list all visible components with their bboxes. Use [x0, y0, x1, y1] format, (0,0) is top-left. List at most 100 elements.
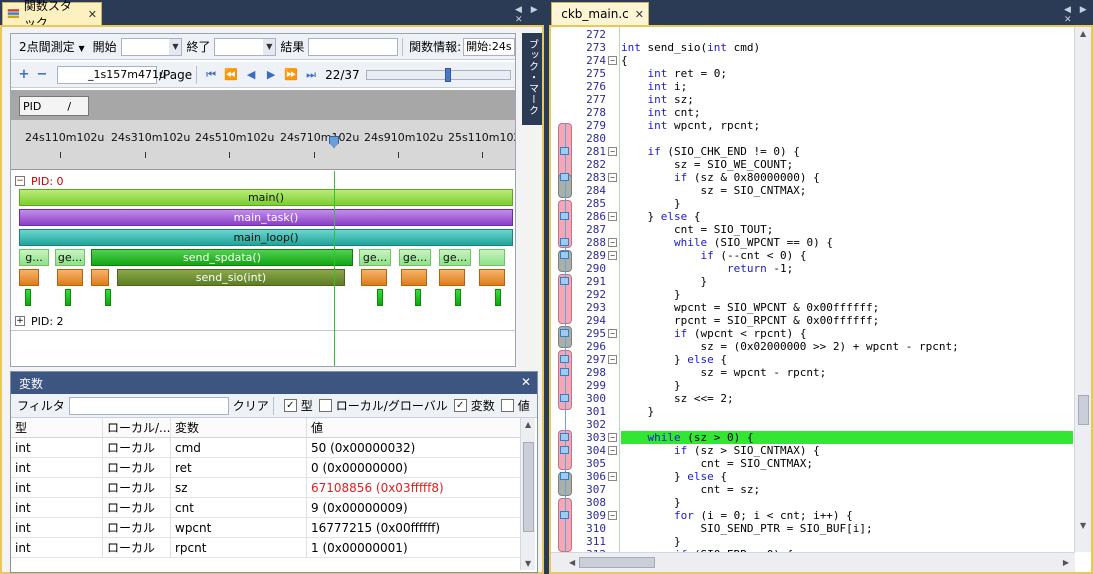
code-line[interactable]: 303− while (sz > 0) { — [551, 431, 1075, 444]
coverage-marker-icon[interactable] — [560, 394, 569, 402]
code-line[interactable]: 279 int wpcnt, rpcnt; — [551, 119, 1075, 132]
code-line[interactable]: 293 wpcnt = SIO_WPCNT & 0x00ffffff; — [551, 301, 1075, 314]
collapse-icon[interactable]: − — [15, 176, 25, 186]
code-line[interactable]: 296 sz = (0x02000000 >> 2) + wpcnt - rpc… — [551, 340, 1075, 353]
scroll-up-icon[interactable]: ▲ — [1080, 29, 1086, 38]
pid-filter-button[interactable]: PID / — [19, 96, 89, 116]
fold-toggle-icon[interactable]: − — [608, 511, 617, 520]
call-bar-tiny[interactable] — [415, 289, 421, 306]
call-bar-main[interactable]: main() — [19, 189, 513, 206]
code-line[interactable]: 281− if (SIO_CHK_END != 0) { — [551, 145, 1075, 158]
scrollbar-thumb[interactable] — [523, 442, 534, 532]
tab-scroll-arrows[interactable]: ◀ ▶ ✕ — [1064, 5, 1093, 25]
page-size-input[interactable]: _1s157m471u — [57, 65, 166, 84]
call-bar-short[interactable]: ge... — [399, 249, 431, 266]
code-line[interactable]: 304− if (sz > SIO_CNTMAX) { — [551, 444, 1075, 457]
pid-2-row[interactable]: + PID: 2 — [15, 314, 64, 328]
coverage-marker-icon[interactable] — [560, 446, 569, 454]
fold-toggle-icon[interactable]: − — [608, 251, 617, 260]
start-select[interactable]: ▼ — [120, 37, 183, 56]
call-bar-orange[interactable] — [479, 269, 505, 286]
coverage-marker-icon[interactable] — [560, 251, 569, 259]
scroll-up-icon[interactable]: ▲ — [525, 420, 531, 429]
call-bar-short[interactable]: ge... — [55, 249, 85, 266]
code-line[interactable]: 295− if (wpcnt < rpcnt) { — [551, 327, 1075, 340]
code-line[interactable]: 289− if (--cnt < 0) { — [551, 249, 1075, 262]
table-row[interactable]: int ローカル cnt 9 (0x00000009) — [11, 498, 521, 518]
code-line[interactable]: 285 } — [551, 197, 1075, 210]
code-line[interactable]: 275 int ret = 0; — [551, 67, 1075, 80]
code-line[interactable]: 280 — [551, 132, 1075, 145]
call-bar-orange[interactable] — [361, 269, 387, 286]
code-line[interactable]: 311 } — [551, 535, 1075, 548]
local-global-checkbox[interactable] — [318, 399, 332, 412]
code-line[interactable]: 294 rpcnt = SIO_RPCNT & 0x00ffffff; — [551, 314, 1075, 327]
code-line[interactable]: 286− } else { — [551, 210, 1075, 223]
code-line[interactable]: 308 } — [551, 496, 1075, 509]
call-bar-tiny[interactable] — [65, 289, 71, 306]
time-ruler[interactable]: 24s110m102u 24s310m102u 24s510m102u 24s7… — [11, 120, 515, 170]
call-bar-orange[interactable] — [401, 269, 427, 286]
fast-forward-icon[interactable]: ⏩ — [281, 66, 301, 84]
close-icon[interactable]: ✕ — [521, 375, 531, 389]
fold-toggle-icon[interactable]: − — [608, 329, 617, 338]
close-icon[interactable]: ✕ — [635, 8, 644, 21]
call-bar-send-spdata[interactable]: send_spdata() — [91, 249, 353, 266]
call-bar-tiny[interactable] — [455, 289, 461, 306]
table-row[interactable]: int ローカル wpcnt 16777215 (0x00ffffff) — [11, 518, 521, 538]
type-checkbox[interactable]: ✓ — [283, 399, 297, 412]
coverage-marker-icon[interactable] — [560, 472, 569, 480]
next-icon[interactable]: ▶ — [261, 66, 281, 84]
call-bar-send-sio[interactable]: send_sio(int) — [117, 269, 345, 286]
clear-button[interactable]: クリア — [233, 397, 269, 414]
code-line[interactable]: 274−{ — [551, 54, 1075, 67]
fold-toggle-icon[interactable]: − — [608, 56, 617, 65]
call-bar-tiny[interactable] — [377, 289, 383, 306]
code-line[interactable]: 282 sz = SIO_WE_COUNT; — [551, 158, 1075, 171]
fold-toggle-icon[interactable]: − — [608, 173, 617, 182]
code-line[interactable]: 302 — [551, 418, 1075, 431]
table-row[interactable]: int ローカル ret 0 (0x00000000) — [11, 458, 521, 478]
code-line[interactable]: 292 } — [551, 288, 1075, 301]
call-bar-tiny[interactable] — [105, 289, 111, 306]
code-line[interactable]: 305 cnt = SIO_CNTMAX; — [551, 457, 1075, 470]
slider-thumb[interactable] — [444, 67, 451, 82]
call-bar-main-task[interactable]: main_task() — [19, 209, 513, 226]
column-header-value[interactable]: 値 — [307, 418, 521, 437]
code-line[interactable]: 272 — [551, 28, 1075, 41]
end-select[interactable]: ▼ — [214, 37, 277, 56]
code-line[interactable]: 277 int sz; — [551, 93, 1075, 106]
scroll-down-icon[interactable]: ▼ — [1080, 521, 1086, 530]
code-line[interactable]: 309− for (i = 0; i < cnt; i++) { — [551, 509, 1075, 522]
call-bar-short[interactable]: g... — [19, 249, 49, 266]
code-editor[interactable]: 272 273 int send_sio(int cmd) 274−{275 int … — [551, 27, 1075, 561]
call-bar-orange[interactable] — [57, 269, 83, 286]
fold-toggle-icon[interactable]: − — [608, 472, 617, 481]
fold-toggle-icon[interactable]: − — [608, 355, 617, 364]
result-field[interactable] — [308, 37, 399, 56]
time-cursor-marker[interactable] — [329, 136, 339, 148]
column-header-variable[interactable]: 変数 — [171, 418, 307, 437]
page-slider[interactable] — [365, 67, 511, 82]
code-horizontal-scrollbar[interactable]: ◀ ▶ — [551, 552, 1075, 572]
code-line[interactable]: 284 sz = SIO_CNTMAX; — [551, 184, 1075, 197]
coverage-marker-icon[interactable] — [560, 368, 569, 376]
code-line[interactable]: 291 } — [551, 275, 1075, 288]
fold-toggle-icon[interactable]: − — [608, 238, 617, 247]
code-line[interactable]: 299 } — [551, 379, 1075, 392]
zoom-in-button[interactable]: + — [15, 66, 33, 84]
code-line[interactable]: 298 sz = wpcnt - rpcnt; — [551, 366, 1075, 379]
coverage-marker-icon[interactable] — [560, 277, 569, 285]
close-icon[interactable]: ✕ — [88, 8, 97, 21]
tab-ckb-main[interactable]: ckb_main.c ✕ — [551, 2, 649, 25]
last-page-icon[interactable]: ⏭ — [301, 66, 321, 84]
column-header-scope[interactable]: ローカル/... — [103, 418, 171, 437]
call-bar-orange[interactable] — [91, 269, 109, 286]
coverage-marker-icon[interactable] — [560, 147, 569, 155]
prev-icon[interactable]: ◀ — [241, 66, 261, 84]
call-bar-short[interactable] — [479, 249, 505, 266]
fold-toggle-icon[interactable]: − — [608, 433, 617, 442]
code-line[interactable]: 300 sz <<= 2; — [551, 392, 1075, 405]
call-bar-orange[interactable] — [19, 269, 39, 286]
expand-icon[interactable]: + — [15, 316, 25, 326]
